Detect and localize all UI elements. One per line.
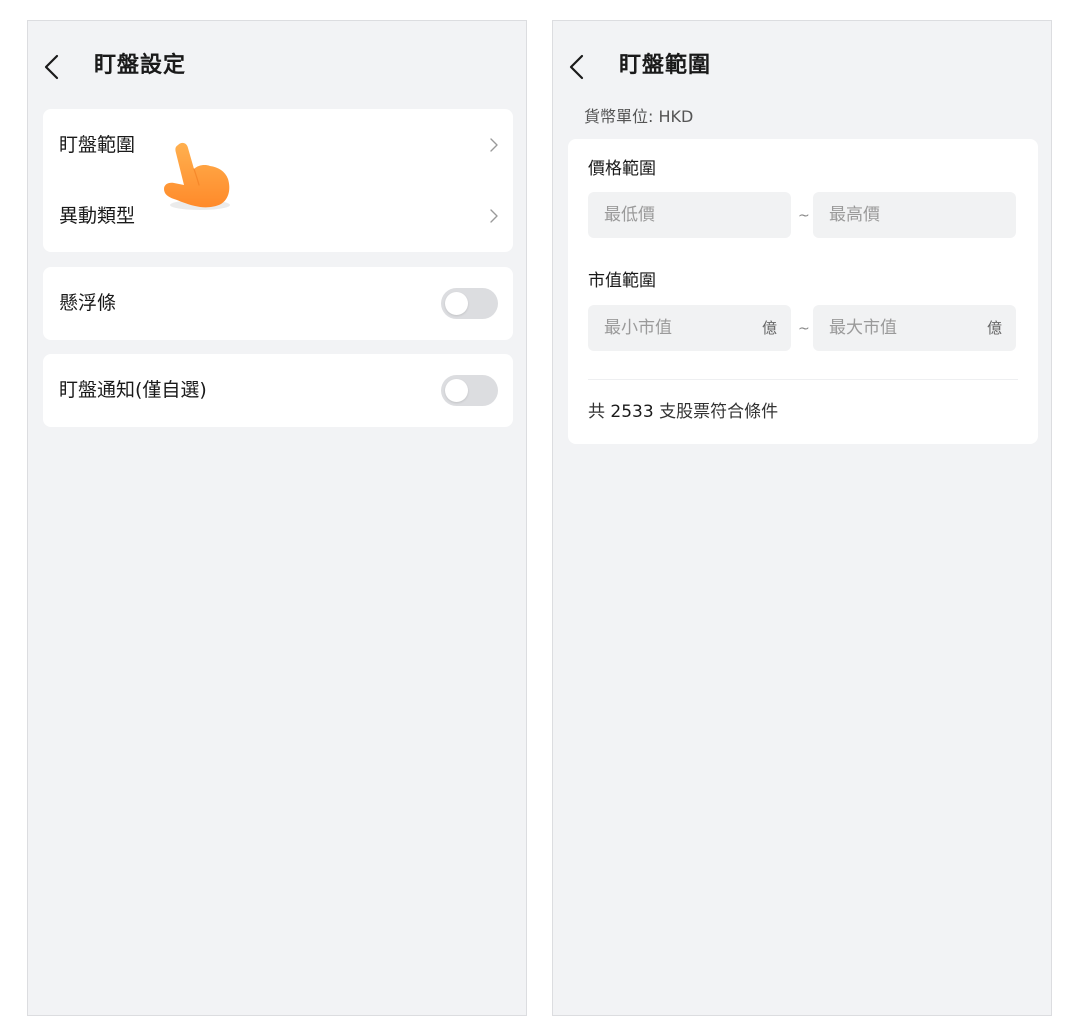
floating-bar-row: 懸浮條 [43,267,513,339]
currency-label: 貨幣單位: HKD [584,107,694,126]
page-title: 盯盤設定 [94,53,187,78]
input-placeholder: 最低價 [604,205,655,225]
max-market-cap-input[interactable]: 最大市值 億 [813,305,1016,351]
menu-item-label: 異動類型 [59,205,136,227]
range-separator: ~ [798,321,810,337]
menu-item-alert-types[interactable]: 異動類型 [43,180,513,252]
match-summary: 共 2533 支股票符合條件 [588,401,778,423]
watch-range-screen: 盯盤範圍 貨幣單位: HKD 價格範圍 最低價 ~ 最高價 市值範圍 最小市值 … [552,20,1052,1016]
match-count: 2533 [610,402,654,422]
pointer-hand-icon [164,142,230,210]
floating-bar-card: 懸浮條 [43,267,513,340]
chevron-right-icon [490,138,498,152]
market-cap-range-label: 市值範圍 [588,271,656,291]
floating-bar-label: 懸浮條 [59,292,117,314]
summary-prefix: 共 [588,402,605,422]
back-icon[interactable] [42,53,62,81]
input-placeholder: 最小市值 [604,318,672,338]
menu-item-watch-range[interactable]: 盯盤範圍 [43,109,513,181]
unit-label: 億 [986,319,1002,337]
floating-bar-toggle[interactable] [441,288,498,319]
watch-notify-card: 盯盤通知(僅自選) [43,354,513,427]
divider [588,379,1018,380]
max-price-input[interactable]: 最高價 [813,192,1016,238]
watch-notify-toggle[interactable] [441,375,498,406]
toggle-knob [445,292,468,315]
menu-card: 盯盤範圍 異動類型 [43,109,513,252]
watch-notify-label: 盯盤通知(僅自選) [59,379,207,401]
price-range-label: 價格範圍 [588,159,656,179]
nav-bar: 盯盤設定 [28,21,526,111]
menu-item-label: 盯盤範圍 [59,134,136,156]
input-placeholder: 最大市值 [829,318,897,338]
filter-card: 價格範圍 最低價 ~ 最高價 市值範圍 最小市值 億 ~ 最大市值 億 共 25… [568,139,1038,444]
back-icon[interactable] [567,53,587,81]
min-price-input[interactable]: 最低價 [588,192,791,238]
toggle-knob [445,379,468,402]
range-separator: ~ [798,208,810,224]
watch-settings-screen: 盯盤設定 盯盤範圍 異動類型 懸浮條 盯盤通知(僅自選) [27,20,527,1016]
watch-notify-row: 盯盤通知(僅自選) [43,354,513,426]
unit-label: 億 [761,319,777,337]
page-title: 盯盤範圍 [619,53,712,78]
chevron-right-icon [490,209,498,223]
summary-suffix: 支股票符合條件 [659,402,779,422]
nav-bar: 盯盤範圍 [553,21,1051,111]
min-market-cap-input[interactable]: 最小市值 億 [588,305,791,351]
input-placeholder: 最高價 [829,205,880,225]
